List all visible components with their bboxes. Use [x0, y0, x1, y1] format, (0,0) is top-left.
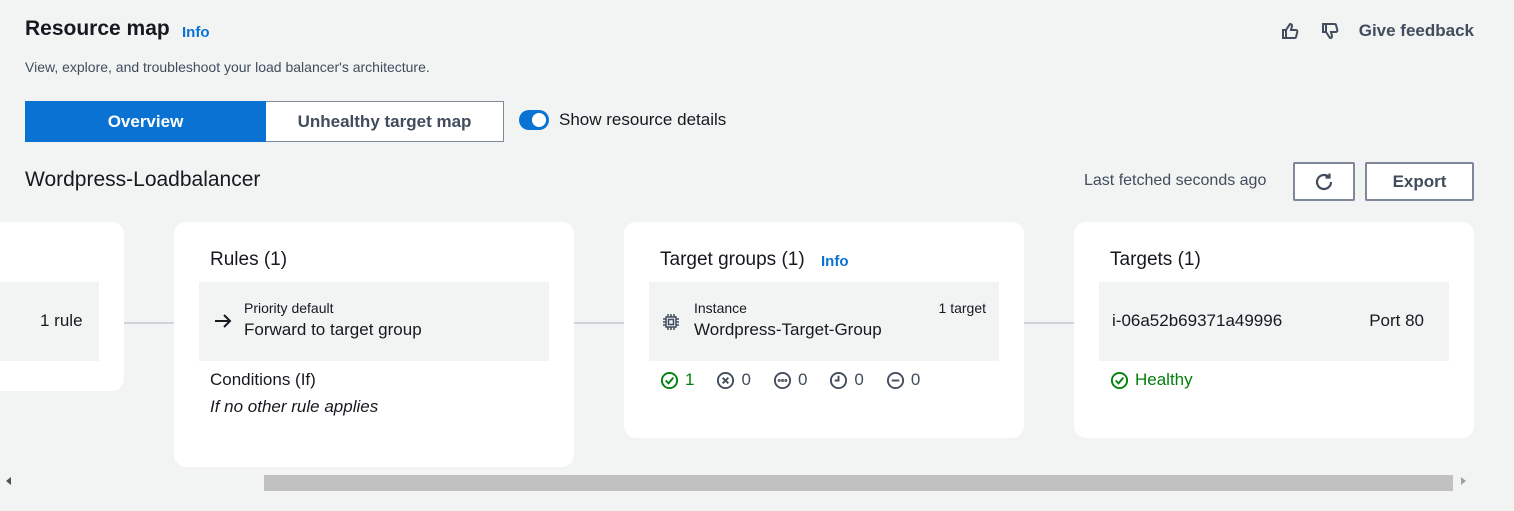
status-unused: 0 — [773, 370, 807, 390]
rule-box[interactable]: Priority default Forward to target group — [199, 282, 549, 361]
minus-circle-icon — [886, 371, 904, 389]
target-groups-info-link[interactable]: Info — [821, 253, 849, 270]
check-circle-icon — [660, 371, 679, 389]
target-group-name: Wordpress-Target-Group — [694, 320, 882, 339]
arrow-right-icon — [215, 314, 232, 328]
target-instance-id: i-06a52b69371a49996 — [1112, 311, 1283, 330]
status-healthy: 1 — [660, 370, 694, 390]
tab-unhealthy-target-map[interactable]: Unhealthy target map — [266, 101, 504, 142]
target-group-type: Instance — [694, 300, 747, 316]
status-draining-count: 0 — [854, 370, 864, 389]
info-link[interactable]: Info — [182, 24, 210, 41]
scroll-left-arrow-icon[interactable] — [6, 477, 11, 485]
ellipsis-circle-icon — [773, 371, 791, 389]
listeners-card: 1 rule — [0, 222, 124, 391]
check-circle-icon — [1110, 371, 1129, 389]
instance-chip-icon — [663, 314, 679, 330]
target-group-count: 1 target — [938, 300, 986, 316]
rules-title: Rules (1) — [210, 249, 288, 270]
target-groups-card: Target groups (1) Info Instance Wordpres… — [624, 222, 1024, 438]
export-button[interactable]: Export — [1365, 162, 1474, 201]
x-circle-icon — [717, 371, 735, 389]
give-feedback-link[interactable]: Give feedback — [1359, 21, 1474, 41]
status-unhealthy-count: 0 — [741, 370, 751, 389]
view-tabs: Overview Unhealthy target map — [25, 101, 504, 142]
status-unused-count: 0 — [797, 370, 808, 389]
resource-details-toggle-wrap: Show resource details — [519, 110, 726, 130]
conditions-value: If no other rule applies — [210, 397, 379, 416]
conditions-label: Conditions (If) — [210, 370, 316, 389]
toggle-label: Show resource details — [559, 110, 727, 129]
target-health: Healthy — [1110, 370, 1215, 390]
page-subtitle: View, explore, and troubleshoot your loa… — [25, 59, 430, 75]
status-unavailable: 0 — [886, 370, 920, 390]
clock-icon — [830, 371, 848, 389]
target-box[interactable]: i-06a52b69371a49996 Port 80 — [1099, 282, 1449, 361]
rule-count: 1 rule — [40, 311, 83, 330]
last-fetched-text: Last fetched seconds ago — [1084, 172, 1267, 189]
target-groups-title: Target groups (1) — [660, 249, 805, 270]
loadbalancer-name: Wordpress-Loadbalancer — [25, 168, 261, 191]
listener-rule-box[interactable]: 1 rule — [0, 282, 99, 361]
status-draining: 0 — [829, 370, 864, 390]
targets-title: Targets (1) — [1110, 249, 1201, 270]
toggle-knob — [532, 113, 546, 127]
targets-card: Targets (1) i-06a52b69371a49996 Port 80 … — [1074, 222, 1474, 438]
rule-priority: Priority default — [244, 300, 334, 316]
resource-details-toggle[interactable] — [519, 110, 549, 130]
scroll-right-arrow-icon[interactable] — [1461, 477, 1466, 485]
target-status-counts: 1 0 0 0 0 — [660, 370, 942, 390]
target-port: Port 80 — [1369, 311, 1424, 330]
rules-card: Rules (1) Priority default Forward to ta… — [174, 222, 574, 467]
thumbs-up-icon[interactable] — [1279, 20, 1301, 42]
feedback-area: Give feedback — [1279, 20, 1474, 42]
refresh-button[interactable] — [1293, 162, 1355, 201]
status-unhealthy: 0 — [716, 370, 751, 390]
status-unavailable-count: 0 — [910, 370, 921, 389]
scrollbar-thumb[interactable] — [264, 475, 1453, 491]
target-group-box[interactable]: Instance Wordpress-Target-Group 1 target — [649, 282, 999, 361]
target-health-label: Healthy — [1135, 370, 1193, 389]
tab-overview[interactable]: Overview — [25, 101, 266, 142]
refresh-icon — [1315, 173, 1333, 190]
page-title: Resource map — [25, 17, 170, 40]
status-healthy-count: 1 — [685, 370, 695, 389]
thumbs-down-icon[interactable] — [1319, 20, 1341, 42]
target-health-status: Healthy — [1110, 370, 1193, 390]
rule-action: Forward to target group — [244, 320, 422, 339]
